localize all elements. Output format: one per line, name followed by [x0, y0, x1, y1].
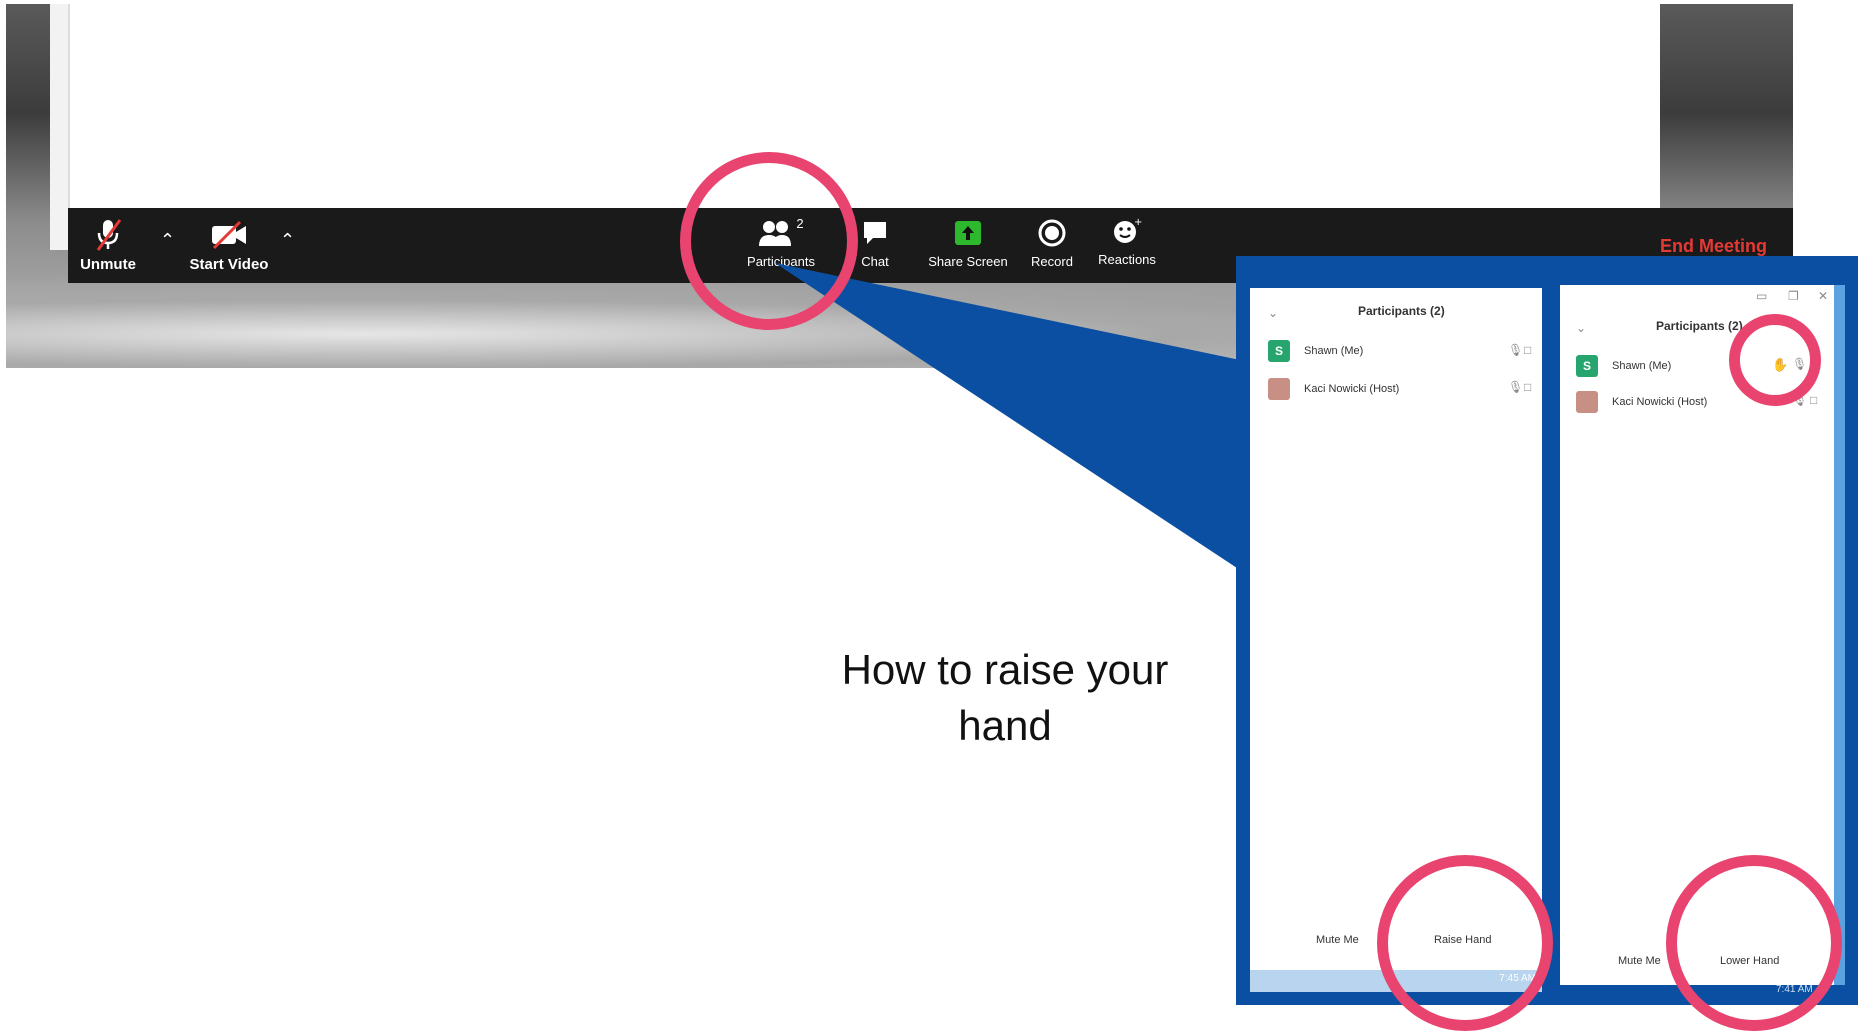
window-scrollbar[interactable] [1834, 285, 1845, 985]
participants-highlight-ring [680, 152, 858, 330]
close-window-icon[interactable]: ✕ [1818, 289, 1828, 303]
participants-panel-title: Participants (2) [1358, 304, 1445, 318]
participant-row[interactable]: Kaci Nowicki (Host) [1576, 391, 1707, 413]
lower-hand-highlight-ring [1666, 855, 1842, 1031]
camera-icon: □ [1524, 380, 1532, 394]
avatar [1576, 391, 1598, 413]
mute-me-button[interactable]: Mute Me [1316, 934, 1359, 946]
collapse-chevron-icon[interactable]: ⌄ [1576, 321, 1586, 335]
participants-panel-title: Participants (2) [1656, 319, 1743, 333]
minimize-window-icon[interactable]: ▭ [1756, 289, 1767, 303]
raised-hand-highlight-ring [1729, 314, 1821, 406]
participant-row[interactable]: S Shawn (Me) [1268, 340, 1363, 362]
collapse-chevron-icon[interactable]: ⌄ [1268, 306, 1278, 320]
participant-name: Shawn (Me) [1612, 360, 1672, 372]
caption-line-2: hand [958, 702, 1052, 749]
restore-window-icon[interactable]: ❐ [1788, 289, 1799, 303]
microphone-icon: 🎙 [1508, 343, 1524, 357]
participant-row[interactable]: Kaci Nowicki (Host) [1268, 378, 1399, 400]
avatar: S [1576, 355, 1598, 377]
participant-name: Shawn (Me) [1304, 345, 1364, 357]
avatar: S [1268, 340, 1290, 362]
raise-hand-highlight-ring [1377, 855, 1553, 1031]
participant-name: Kaci Nowicki (Host) [1304, 383, 1400, 395]
microphone-icon: 🎙 [1508, 380, 1524, 394]
instruction-caption: How to raise your hand [780, 642, 1230, 754]
caption-line-1: How to raise your [841, 646, 1169, 693]
camera-icon: □ [1810, 393, 1818, 407]
avatar [1268, 378, 1290, 400]
participant-name: Kaci Nowicki (Host) [1612, 396, 1708, 408]
participant-row[interactable]: S Shawn (Me) [1576, 355, 1671, 377]
camera-icon: □ [1524, 343, 1532, 357]
mute-me-button[interactable]: Mute Me [1618, 955, 1661, 967]
